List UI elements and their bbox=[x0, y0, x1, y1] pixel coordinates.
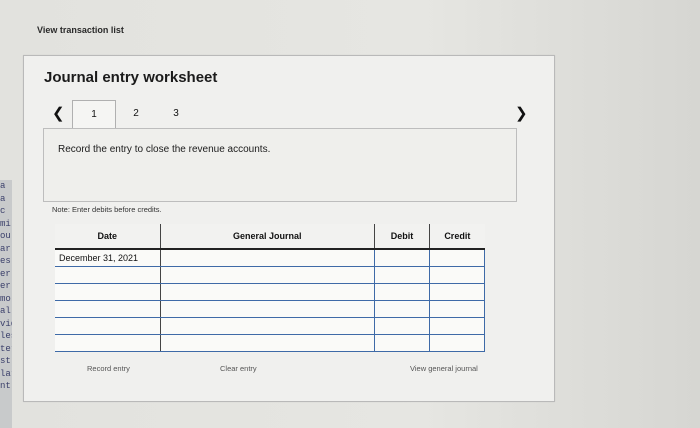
debit-input[interactable] bbox=[373, 248, 431, 267]
table-row: December 31, 2021 bbox=[55, 248, 485, 267]
left-strip-text: ter bbox=[0, 343, 12, 354]
table-row bbox=[55, 266, 485, 284]
table-row bbox=[55, 300, 485, 318]
left-strip-text: al bbox=[0, 306, 11, 316]
view-transaction-list-link[interactable]: View transaction list bbox=[37, 25, 124, 35]
clear-entry-button[interactable]: Clear entry bbox=[220, 364, 257, 373]
tab-2[interactable]: 2 bbox=[114, 100, 158, 126]
left-strip-text: ar bbox=[0, 243, 11, 254]
credit-input[interactable] bbox=[429, 248, 485, 267]
account-input[interactable] bbox=[159, 248, 375, 267]
chevron-right-icon[interactable]: ❯ bbox=[515, 104, 528, 122]
debit-input[interactable] bbox=[373, 334, 431, 352]
left-strip-text: st bbox=[0, 356, 11, 366]
journal-table: Date General Journal Debit Credit Decemb… bbox=[55, 224, 485, 352]
column-header-debit: Debit bbox=[373, 224, 430, 250]
tab-3[interactable]: 3 bbox=[154, 100, 198, 126]
date-cell[interactable] bbox=[55, 317, 161, 335]
account-input[interactable] bbox=[159, 334, 375, 352]
left-strip-text: mo bbox=[0, 293, 11, 304]
instruction-text: Record the entry to close the revenue ac… bbox=[58, 144, 271, 155]
left-partial-panel: a a c mi ou ar es er er mo al vid les te… bbox=[0, 180, 12, 428]
credit-input[interactable] bbox=[429, 266, 485, 284]
account-input[interactable] bbox=[159, 300, 375, 318]
left-strip-text: les bbox=[0, 331, 12, 341]
worksheet-title: Journal entry worksheet bbox=[44, 69, 218, 86]
date-cell[interactable]: December 31, 2021 bbox=[55, 248, 161, 267]
left-strip-text: mi bbox=[0, 218, 11, 229]
table-row bbox=[55, 317, 485, 335]
left-strip-text: vid bbox=[0, 318, 12, 329]
account-input[interactable] bbox=[159, 266, 375, 284]
debit-input[interactable] bbox=[373, 266, 431, 284]
left-strip-text: er bbox=[0, 268, 11, 279]
left-strip-text: nt bbox=[0, 381, 11, 391]
tab-1[interactable]: 1 bbox=[72, 100, 116, 128]
account-input[interactable] bbox=[159, 283, 375, 301]
left-strip-text: c bbox=[0, 206, 6, 216]
left-strip-text: a bbox=[0, 193, 6, 204]
credit-input[interactable] bbox=[429, 334, 485, 352]
instruction-box bbox=[43, 128, 517, 202]
credit-input[interactable] bbox=[429, 300, 485, 318]
left-strip-text: ou bbox=[0, 231, 11, 241]
left-strip-text: lar bbox=[0, 368, 12, 379]
date-cell[interactable] bbox=[55, 266, 161, 284]
credit-input[interactable] bbox=[429, 317, 485, 335]
column-header-credit: Credit bbox=[429, 224, 485, 250]
record-entry-button[interactable]: Record entry bbox=[87, 364, 130, 373]
left-strip-text: er bbox=[0, 281, 11, 291]
account-input[interactable] bbox=[159, 317, 375, 335]
debit-input[interactable] bbox=[373, 300, 431, 318]
chevron-left-icon[interactable]: ❮ bbox=[52, 104, 65, 122]
debit-input[interactable] bbox=[373, 283, 431, 301]
column-header-date: Date bbox=[55, 224, 161, 250]
date-cell[interactable] bbox=[55, 300, 161, 318]
column-header-general-journal: General Journal bbox=[159, 224, 375, 250]
journal-header-row: Date General Journal Debit Credit bbox=[55, 224, 485, 250]
view-general-journal-button[interactable]: View general journal bbox=[410, 364, 478, 373]
debit-input[interactable] bbox=[373, 317, 431, 335]
note-text: Note: Enter debits before credits. bbox=[52, 205, 162, 214]
date-cell[interactable] bbox=[55, 283, 161, 301]
left-strip-text: es bbox=[0, 256, 11, 266]
table-row bbox=[55, 283, 485, 301]
date-cell[interactable] bbox=[55, 334, 161, 352]
left-strip-text: a bbox=[0, 181, 6, 191]
table-row bbox=[55, 334, 485, 352]
credit-input[interactable] bbox=[429, 283, 485, 301]
